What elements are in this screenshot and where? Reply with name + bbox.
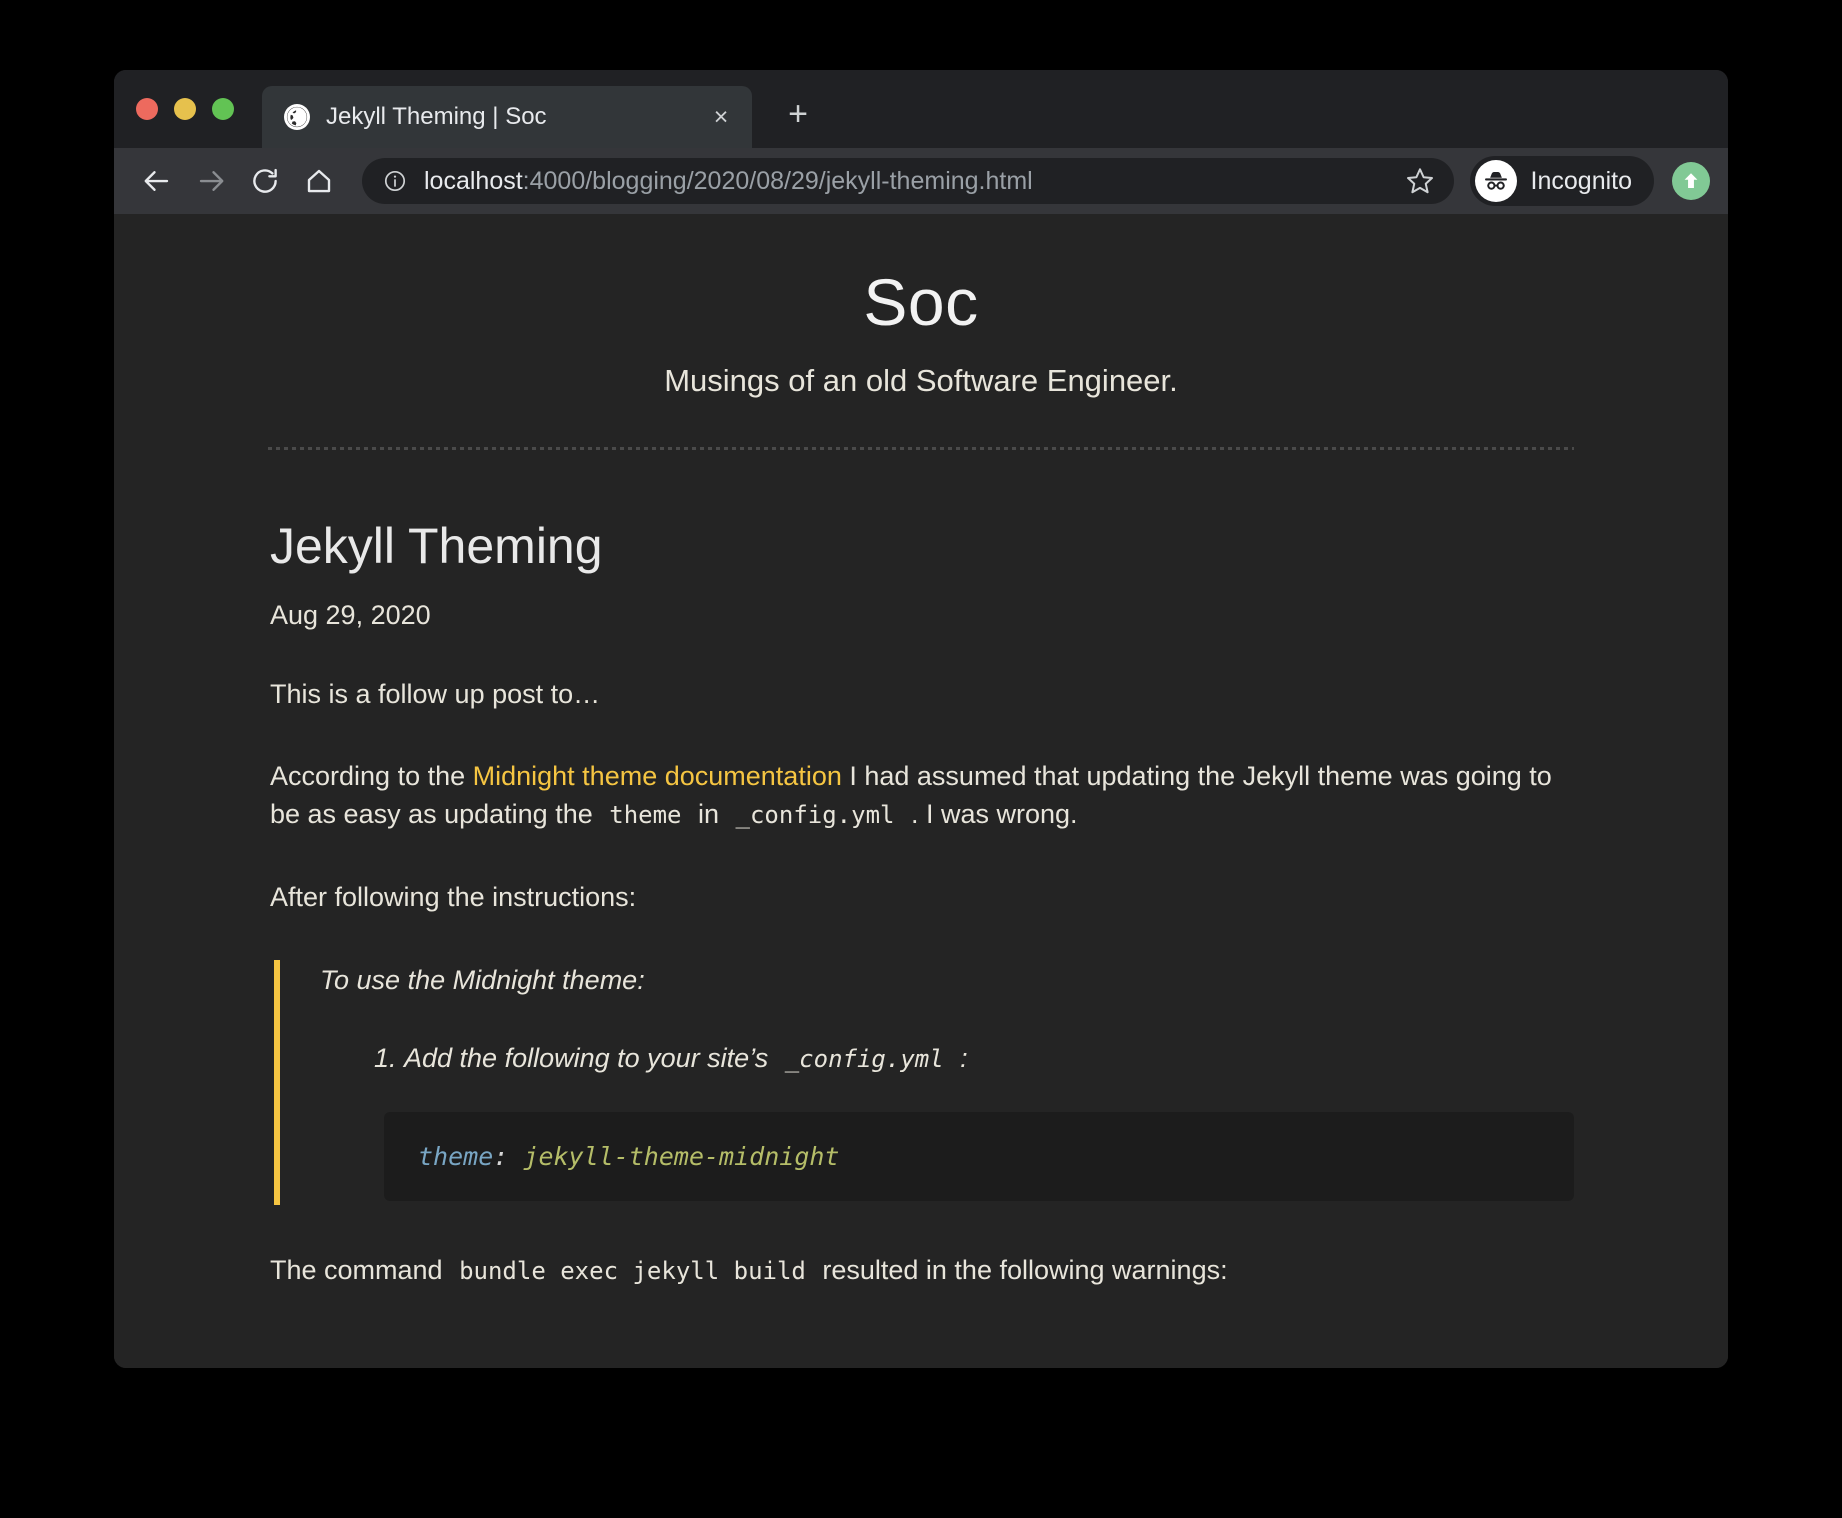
inline-code-theme: theme: [609, 801, 682, 830]
paragraph-text-after-code: resulted in the following warnings:: [814, 1254, 1228, 1285]
inline-code-config-yml: _config.yml: [784, 1044, 944, 1073]
paragraph-text-tail: . I was wrong.: [903, 799, 1078, 830]
home-icon[interactable]: [294, 156, 344, 206]
address-bar[interactable]: localhost:4000/blogging/2020/08/29/jekyl…: [362, 158, 1454, 204]
globe-icon: [284, 104, 310, 130]
paragraph-text-before-link: According to the: [270, 760, 473, 791]
code-token-punct: :: [493, 1141, 509, 1171]
midnight-theme-documentation-link[interactable]: Midnight theme documentation: [473, 761, 842, 791]
list-item: Add the following to your site’s _config…: [404, 1040, 1574, 1078]
paragraph-text-before-code: The command: [270, 1254, 451, 1285]
close-window-button[interactable]: [136, 98, 158, 120]
list-item-text-before-code: Add the following to your site’s: [404, 1042, 776, 1073]
blog-post: Jekyll Theming Aug 29, 2020 This is a fo…: [268, 450, 1574, 1289]
incognito-profile-label: Incognito: [1530, 166, 1632, 195]
post-paragraph-1: This is a follow up post to…: [270, 678, 601, 709]
post-paragraph-2: According to the Midnight theme document…: [270, 757, 1574, 834]
window-traffic-lights: [136, 98, 234, 120]
close-tab-button[interactable]: ×: [706, 102, 736, 132]
incognito-profile-button[interactable]: Incognito: [1469, 156, 1654, 206]
incognito-icon: [1474, 160, 1517, 202]
browser-tab-title: Jekyll Theming | Soc: [326, 103, 547, 130]
tab-strip: Jekyll Theming | Soc × +: [114, 70, 1728, 148]
code-token-key: theme: [418, 1141, 494, 1171]
list-item-text-after-code: :: [952, 1042, 968, 1073]
new-tab-button[interactable]: +: [776, 92, 820, 136]
star-icon[interactable]: [1400, 161, 1440, 201]
url-host: localhost: [424, 166, 523, 195]
blockquote-lead-text: To use the Midnight theme:: [320, 964, 645, 995]
browser-toolbar: localhost:4000/blogging/2020/08/29/jekyl…: [114, 148, 1728, 214]
instructions-list: Add the following to your site’s _config…: [320, 1040, 1574, 1078]
code-block: theme: jekyll-theme-midnight: [384, 1111, 1574, 1201]
address-bar-url: localhost:4000/blogging/2020/08/29/jekyl…: [424, 167, 1390, 196]
url-path: :4000/blogging/2020/08/29/jekyll-theming…: [522, 166, 1033, 195]
paragraph-text-middle: in: [690, 799, 727, 830]
back-arrow-icon[interactable]: [132, 156, 182, 206]
arrow-up-icon[interactable]: [1672, 162, 1710, 200]
site-title: Soc: [863, 265, 979, 339]
page-viewport: Soc Musings of an old Software Engineer.…: [114, 214, 1728, 1368]
code-block-line: theme: jekyll-theme-midnight: [418, 1142, 1540, 1171]
forward-arrow-icon: [186, 156, 236, 206]
maximize-window-button[interactable]: [212, 98, 234, 120]
minimize-window-button[interactable]: [174, 98, 196, 120]
site-tagline: Musings of an old Software Engineer.: [664, 362, 1178, 398]
browser-tab[interactable]: Jekyll Theming | Soc ×: [262, 86, 752, 148]
reload-icon[interactable]: [240, 156, 290, 206]
code-token-value: jekyll-theme-midnight: [523, 1141, 840, 1171]
post-paragraph-4: The command bundle exec jekyll build res…: [270, 1251, 1574, 1289]
browser-window: Jekyll Theming | Soc × + localhost:4000/…: [114, 70, 1728, 1368]
instructions-blockquote: To use the Midnight theme: Add the follo…: [274, 959, 1574, 1205]
inline-code-bundle-exec: bundle exec jekyll build: [459, 1256, 806, 1285]
post-date: Aug 29, 2020: [270, 599, 431, 630]
inline-code-config-yml: _config.yml: [735, 801, 895, 830]
page-title: Jekyll Theming: [270, 517, 603, 574]
info-circle-icon[interactable]: [382, 168, 408, 194]
post-paragraph-3: After following the instructions:: [270, 881, 637, 912]
